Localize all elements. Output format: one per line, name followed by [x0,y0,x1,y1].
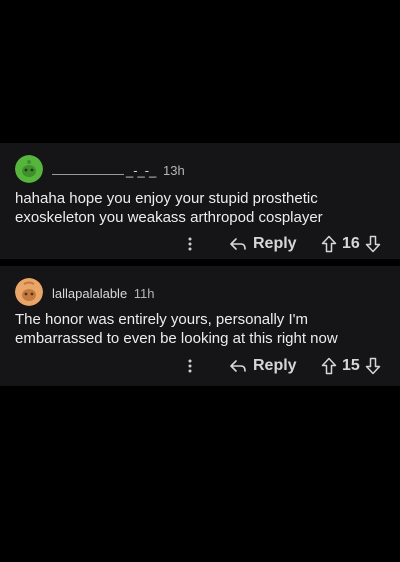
comment-card: _-_-_ 13h hahaha hope you enjoy your stu… [0,143,400,259]
vote-controls: 16 [321,232,381,256]
reply-label: Reply [253,235,297,252]
more-options-button[interactable] [184,232,196,256]
snoo-avatar-icon [15,155,43,183]
comment-text: hahaha hope you enjoy your stupid prosth… [15,190,323,226]
comment-age: 13h [162,163,185,178]
reply-label: Reply [253,357,297,374]
user-avatar[interactable] [15,155,43,183]
downvote-arrow-icon[interactable] [365,357,381,375]
comment-meta: lallapalalable 11h [52,286,155,301]
vote-controls: 15 [321,354,381,378]
vote-score: 16 [342,235,360,252]
username-underline [52,165,124,175]
vote-score: 15 [342,357,360,374]
downvote-arrow-icon[interactable] [365,235,381,253]
reply-button[interactable]: Reply [229,232,297,256]
more-options-button[interactable] [184,354,196,378]
comment-text: The honor was entirely yours, personally… [15,311,338,347]
comment-actions: Reply 16 [0,232,400,256]
comment-age: 11h [133,286,155,301]
upvote-arrow-icon[interactable] [321,357,337,375]
upvote-arrow-icon[interactable] [321,235,337,253]
snoo-avatar-icon [15,278,43,306]
vertical-dots-icon [188,359,192,373]
comment-username[interactable]: _-_-_ [126,163,156,178]
comment-card: lallapalalable 11h The honor was entirel… [0,266,400,386]
reply-button[interactable]: Reply [229,354,297,378]
comment-meta: _-_-_ 13h [52,163,185,178]
comment-actions: Reply 15 [0,354,400,378]
user-avatar[interactable] [15,278,43,306]
vertical-dots-icon [188,237,192,251]
reply-arrow-icon [230,238,246,250]
reply-arrow-icon [230,360,246,372]
comment-username[interactable]: lallapalalable [52,286,127,301]
